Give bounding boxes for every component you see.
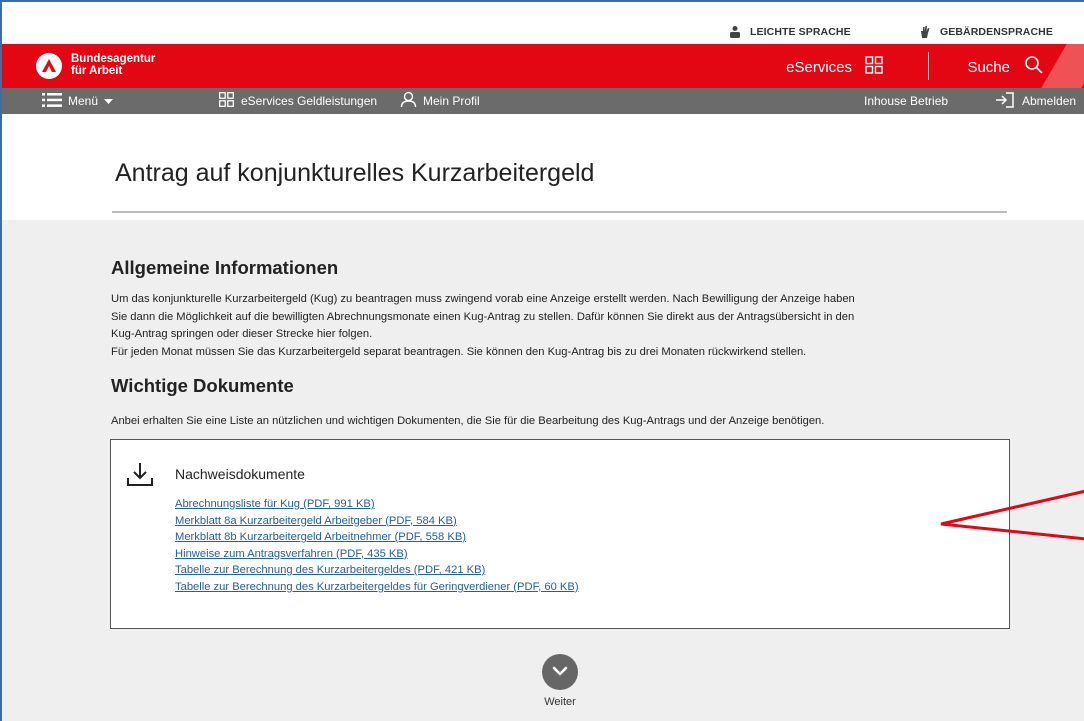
logout-button[interactable]: Abmelden: [994, 88, 1076, 114]
grid-icon: [218, 91, 235, 111]
brand-line-1: Bundesagentur: [71, 53, 156, 65]
search-label: Suche: [967, 58, 1010, 76]
ba-logo-icon[interactable]: [36, 53, 62, 79]
nav-eservices-label: eServices Geldleistungen: [241, 94, 378, 108]
general-info-heading: Allgemeine Informationen: [111, 257, 339, 278]
documents-heading: Wichtige Dokumente: [111, 375, 294, 396]
easy-language-label: LEICHTE SPRACHE: [750, 26, 851, 38]
user-icon: [400, 91, 417, 111]
header-decoration: [1038, 44, 1084, 88]
next-button[interactable]: [542, 654, 578, 690]
search-button[interactable]: Suche: [967, 56, 1044, 78]
sign-language-label: GEBÄRDENSPRACHE: [940, 26, 1053, 38]
inhouse-indicator: Inhouse Betrieb: [864, 88, 948, 114]
nav-eservices-geldleistungen[interactable]: eServices Geldleistungen: [218, 88, 377, 114]
eservices-button[interactable]: eServices: [786, 56, 884, 78]
nav-mein-profil[interactable]: Mein Profil: [400, 88, 480, 114]
general-info-line: Sie dann die Möglichkeit auf die bewilli…: [111, 310, 855, 323]
eservices-label: eServices: [786, 58, 852, 76]
document-link[interactable]: Hinweise zum Antragsverfahren (PDF, 435 …: [175, 546, 579, 563]
documents-box-title: Nachweisdokumente: [175, 466, 305, 482]
logout-icon: [994, 91, 1016, 112]
easy-language-icon: [728, 25, 742, 39]
general-info-text: Um das konjunkturelle Kurzarbeitergeld (…: [111, 291, 1031, 361]
weiter-chevron-icon: [552, 663, 568, 681]
brand-line-2: für Arbeit: [71, 65, 123, 77]
hamburger-icon: [42, 92, 62, 110]
browser-frame: LEICHTE SPRACHE GEBÄRDENSPRACHE Bundesag…: [0, 0, 1084, 721]
sign-language-link[interactable]: GEBÄRDENSPRACHE: [918, 22, 1053, 42]
document-link[interactable]: Merkblatt 8b Kurzarbeitergeld Arbeitnehm…: [175, 529, 579, 546]
easy-language-link[interactable]: LEICHTE SPRACHE: [728, 22, 851, 42]
document-link[interactable]: Tabelle zur Berechnung des Kurzarbeiterg…: [175, 579, 579, 596]
next-label: Weiter: [544, 696, 576, 708]
general-info-line: Für jeden Monat müssen Sie das Kurzarbei…: [111, 345, 807, 358]
header-bar: Bundesagentur für Arbeit eServices Suche: [2, 44, 1084, 88]
document-link[interactable]: Tabelle zur Berechnung des Kurzarbeiterg…: [175, 562, 579, 579]
logout-label: Abmelden: [1022, 94, 1077, 108]
chevron-down-icon: [104, 94, 114, 108]
utility-bar: LEICHTE SPRACHE GEBÄRDENSPRACHE: [2, 2, 1084, 44]
documents-box: Nachweisdokumente Abrechnungsliste für K…: [110, 439, 1010, 629]
sign-language-icon: [918, 25, 932, 39]
search-icon: [1024, 55, 1044, 79]
inhouse-label: Inhouse Betrieb: [864, 94, 949, 108]
grid-icon: [864, 55, 884, 79]
menu-button[interactable]: Menü: [42, 88, 114, 114]
general-info-line: Um das konjunkturelle Kurzarbeitergeld (…: [111, 293, 855, 305]
nav-profile-label: Mein Profil: [423, 94, 480, 108]
document-link[interactable]: Merkblatt 8a Kurzarbeitergeld Arbeitgebe…: [175, 513, 579, 530]
brand-name[interactable]: Bundesagentur für Arbeit: [71, 53, 155, 77]
title-divider: [112, 211, 1007, 213]
menu-label: Menü: [68, 94, 99, 108]
download-icon: [125, 460, 155, 495]
document-links: Abrechnungsliste für Kug (PDF, 991 KB) M…: [175, 496, 579, 595]
documents-intro: Anbei erhalten Sie eine Liste an nützlic…: [111, 415, 825, 427]
page-title: Antrag auf konjunkturelles Kurzarbeiterg…: [115, 159, 595, 187]
nav-bar: Menü eServices Geldleistungen Mein Profi…: [2, 88, 1084, 114]
document-link[interactable]: Abrechnungsliste für Kug (PDF, 991 KB): [175, 496, 579, 513]
header-divider: [928, 52, 929, 80]
general-info-line: Kug-Antrag springen oder dieser Strecke …: [111, 328, 373, 340]
